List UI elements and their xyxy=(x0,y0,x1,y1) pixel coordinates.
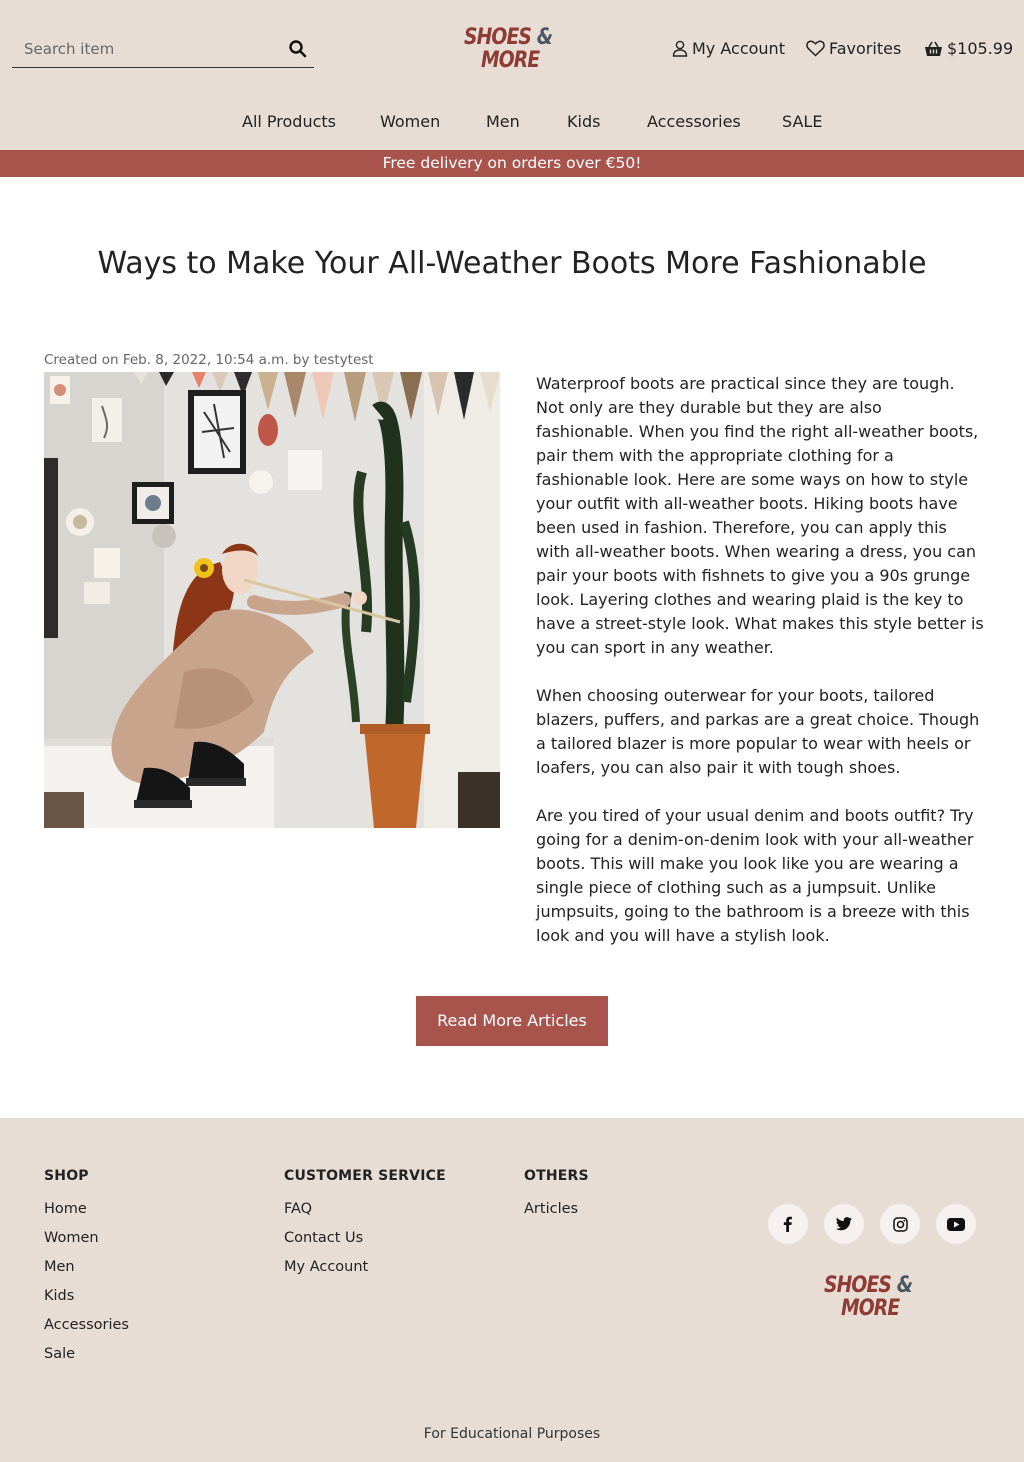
article-image xyxy=(44,372,500,828)
site-footer: SHOP Home Women Men Kids Accessories Sal… xyxy=(0,1118,1024,1462)
youtube-icon[interactable] xyxy=(936,1204,976,1244)
footer-heading-shop: SHOP xyxy=(44,1168,89,1184)
promo-banner: Free delivery on orders over €50! xyxy=(0,150,1024,177)
footer-link-contact-us[interactable]: Contact Us xyxy=(284,1224,446,1253)
search-bar xyxy=(12,30,314,68)
nav-women[interactable]: Women xyxy=(380,112,440,131)
instagram-icon[interactable] xyxy=(880,1204,920,1244)
footer-link-articles[interactable]: Articles xyxy=(524,1195,589,1224)
twitter-icon[interactable] xyxy=(824,1204,864,1244)
read-more-articles-button[interactable]: Read More Articles xyxy=(416,996,608,1046)
article-paragraph: When choosing outerwear for your boots, … xyxy=(536,686,980,777)
article-paragraph: Are you tired of your usual denim and bo… xyxy=(536,806,974,945)
footer-link-women[interactable]: Women xyxy=(44,1224,129,1253)
footer-link-faq[interactable]: FAQ xyxy=(284,1195,446,1224)
footer-link-sale[interactable]: Sale xyxy=(44,1340,129,1369)
my-account-label: My Account xyxy=(692,39,785,58)
article-paragraph: Waterproof boots are practical since the… xyxy=(536,374,984,657)
facebook-icon[interactable] xyxy=(768,1204,808,1244)
nav-all-products[interactable]: All Products xyxy=(242,112,336,131)
nav-accessories[interactable]: Accessories xyxy=(647,112,741,131)
article-title: Ways to Make Your All-Weather Boots More… xyxy=(97,246,927,281)
footer-heading-others: OTHERS xyxy=(524,1168,589,1184)
footer-others-column: OTHERS Articles xyxy=(524,1168,589,1224)
favorites-label: Favorites xyxy=(829,39,902,58)
article-body: Waterproof boots are practical since the… xyxy=(536,372,984,972)
my-account-link[interactable]: My Account xyxy=(672,39,785,58)
brand-logo[interactable]: SHOES & MORE xyxy=(464,26,560,74)
main-nav: All Products Women Men Kids Accessories … xyxy=(0,108,1024,138)
footer-link-men[interactable]: Men xyxy=(44,1253,129,1282)
footer-link-my-account[interactable]: My Account xyxy=(284,1253,446,1282)
footer-link-kids[interactable]: Kids xyxy=(44,1282,129,1311)
nav-kids[interactable]: Kids xyxy=(567,112,600,131)
article-meta: Created on Feb. 8, 2022, 10:54 a.m. by t… xyxy=(44,352,374,368)
nav-sale[interactable]: SALE xyxy=(782,112,822,131)
cart-total: $105.99 xyxy=(947,39,1014,58)
footer-heading-customer-service: CUSTOMER SERVICE xyxy=(284,1168,446,1184)
footer-note: For Educational Purposes xyxy=(423,1426,601,1442)
footer-link-home[interactable]: Home xyxy=(44,1195,129,1224)
search-input[interactable] xyxy=(24,38,274,60)
footer-link-accessories[interactable]: Accessories xyxy=(44,1311,129,1340)
basket-icon xyxy=(925,41,942,56)
user-icon xyxy=(672,40,688,57)
cart-link[interactable]: $105.99 xyxy=(924,39,1013,58)
footer-brand-logo[interactable]: SHOES & MORE xyxy=(824,1274,920,1324)
favorites-link[interactable]: Favorites xyxy=(806,39,901,58)
nav-men[interactable]: Men xyxy=(486,112,520,131)
heart-icon xyxy=(806,40,825,57)
site-header: SHOES & MORE My Account Favorites $105.9… xyxy=(0,0,1024,150)
footer-customer-service-column: CUSTOMER SERVICE FAQ Contact Us My Accou… xyxy=(284,1168,446,1282)
footer-shop-column: SHOP Home Women Men Kids Accessories Sal… xyxy=(44,1168,129,1369)
search-icon[interactable] xyxy=(288,39,308,59)
